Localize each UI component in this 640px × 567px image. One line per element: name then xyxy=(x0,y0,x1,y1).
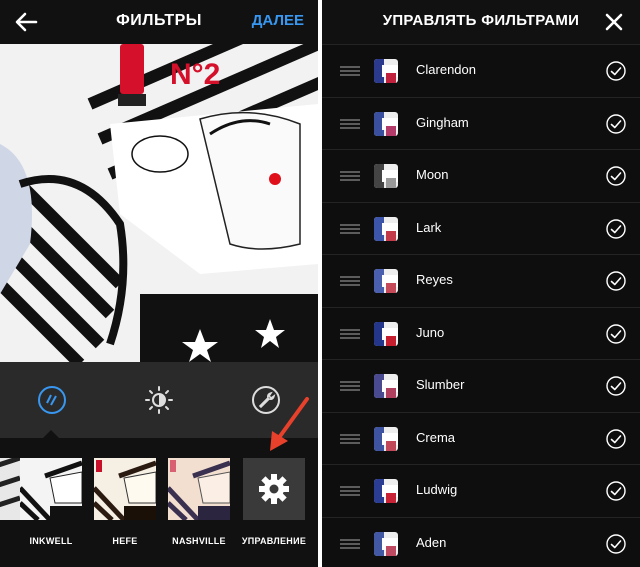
check-circle-icon[interactable] xyxy=(606,61,626,81)
filter-preview-icon xyxy=(374,426,398,451)
close-icon[interactable] xyxy=(604,12,624,32)
filter-list-item[interactable]: Gingham xyxy=(322,96,640,150)
filter-list-item[interactable]: Reyes xyxy=(322,254,640,307)
manage-filters-screen: УПРАВЛЯТЬ ФИЛЬТРАМИ Clarendon Gingham Moon… xyxy=(322,0,640,567)
filter-preview-icon xyxy=(374,374,398,398)
filter-thumbnail[interactable] xyxy=(0,458,20,520)
filter-preview-icon xyxy=(374,59,398,83)
filter-name: Lark xyxy=(416,219,442,235)
drag-handle-icon[interactable] xyxy=(340,328,360,339)
filter-name: Slumber xyxy=(416,377,465,392)
check-circle-icon[interactable] xyxy=(606,533,626,554)
drag-handle-icon[interactable] xyxy=(340,381,360,391)
drag-handle-icon[interactable] xyxy=(340,171,360,181)
filter-name: Ludwig xyxy=(416,482,458,497)
filter-name: Clarendon xyxy=(416,62,476,77)
svg-text:N°2: N°2 xyxy=(170,58,220,91)
filter-name: Aden xyxy=(416,534,447,550)
filter-name: Gingham xyxy=(416,114,469,130)
filter-name: Crema xyxy=(416,429,456,445)
check-circle-icon[interactable] xyxy=(606,166,626,186)
filter-list-item[interactable]: Ludwig xyxy=(322,464,640,517)
gear-icon xyxy=(259,474,289,504)
filter-preview-icon xyxy=(374,531,398,556)
drag-handle-icon[interactable] xyxy=(340,223,360,234)
filter-list-item[interactable]: Clarendon xyxy=(322,44,640,97)
drag-handle-icon[interactable] xyxy=(340,433,360,444)
filter-label-hefe: HEFE xyxy=(112,536,138,546)
filter-thumbnail-hefe[interactable] xyxy=(94,458,156,520)
check-circle-icon[interactable] xyxy=(606,481,626,501)
drag-handle-icon[interactable] xyxy=(340,118,360,129)
drag-handle-icon[interactable] xyxy=(340,276,360,286)
check-circle-icon[interactable] xyxy=(606,271,626,291)
filter-strip: INKWELL HEFE NASHVILLE УПРАВЛЕНИЕ xyxy=(0,438,318,567)
check-circle-icon[interactable] xyxy=(606,323,626,344)
filter-preview-icon xyxy=(374,216,398,241)
filter-list-item[interactable]: Moon xyxy=(322,149,640,202)
check-circle-icon[interactable] xyxy=(606,218,626,239)
filter-list-item[interactable]: Lark xyxy=(322,201,640,255)
filter-name: Reyes xyxy=(416,272,453,287)
filters-screen: ФИЛЬТРЫ ДАЛЕЕ N°2 INKWELL HEFE NASHVILLE… xyxy=(0,0,318,567)
filter-list-item[interactable]: Juno xyxy=(322,306,640,360)
photo-preview: N°2 xyxy=(0,44,318,362)
filter-thumbnail-inkwell[interactable] xyxy=(20,458,82,520)
filter-thumbnail-nashville[interactable] xyxy=(168,458,230,520)
manage-filters-label: УПРАВЛЕНИЕ xyxy=(241,536,307,546)
next-button[interactable]: ДАЛЕЕ xyxy=(252,12,304,29)
filter-preview-icon xyxy=(374,269,398,293)
check-circle-icon[interactable] xyxy=(606,376,626,396)
drag-handle-icon[interactable] xyxy=(340,486,360,496)
filter-preview-icon xyxy=(374,479,398,503)
filter-name: Moon xyxy=(416,167,449,182)
filter-preview-icon xyxy=(374,164,398,188)
filter-list-item[interactable]: Crema xyxy=(322,411,640,465)
filter-list-item[interactable]: Slumber xyxy=(322,359,640,412)
filter-list-item[interactable]: Aden xyxy=(322,516,640,567)
filter-tool-icon[interactable] xyxy=(36,384,68,416)
manage-filters-button[interactable] xyxy=(243,458,305,520)
check-circle-icon[interactable] xyxy=(606,113,626,134)
filters-header: ФИЛЬТРЫ ДАЛЕЕ xyxy=(0,0,318,44)
filter-preview-icon xyxy=(374,321,398,346)
drag-handle-icon[interactable] xyxy=(340,538,360,549)
filter-label-nashville: NASHVILLE xyxy=(172,536,226,546)
annotation-arrow-icon xyxy=(270,397,309,451)
filter-name: Juno xyxy=(416,324,445,340)
manage-filters-header: УПРАВЛЯТЬ ФИЛЬТРАМИ xyxy=(322,0,640,44)
filter-label-inkwell: INKWELL xyxy=(29,536,73,546)
page-title: УПРАВЛЯТЬ ФИЛЬТРАМИ xyxy=(382,12,580,29)
active-tool-pointer xyxy=(43,430,59,438)
drag-handle-icon[interactable] xyxy=(340,66,360,76)
check-circle-icon[interactable] xyxy=(606,428,626,449)
photo-image: N°2 xyxy=(0,44,318,362)
filter-preview-icon xyxy=(374,111,398,136)
brightness-tool-icon[interactable] xyxy=(143,384,175,416)
